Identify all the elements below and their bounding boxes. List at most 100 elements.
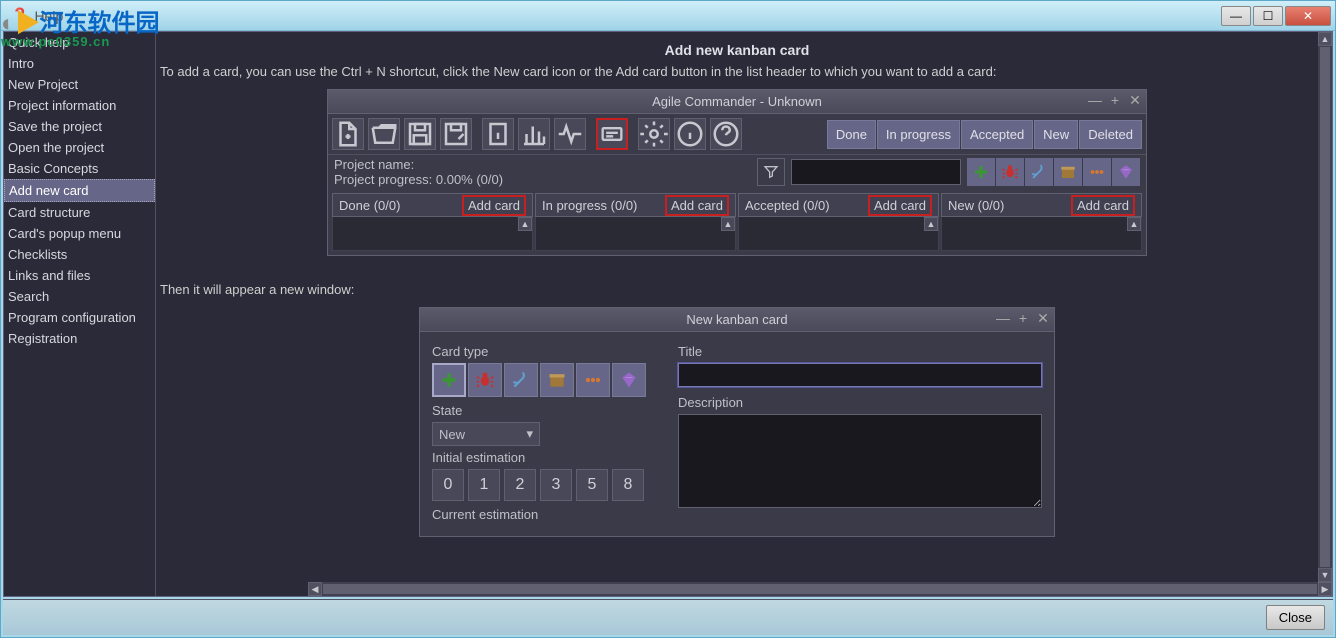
bug-icon[interactable] <box>996 158 1024 186</box>
filter-button[interactable] <box>757 158 785 186</box>
status-new[interactable]: New <box>1034 120 1078 149</box>
new-file-icon[interactable] <box>332 118 364 150</box>
footer-close-button[interactable]: Close <box>1266 605 1325 630</box>
status-done[interactable]: Done <box>827 120 876 149</box>
kanban-column: In progress (0/0) Add card ▲ <box>535 193 736 251</box>
save-as-icon[interactable] <box>440 118 472 150</box>
est-3[interactable]: 3 <box>540 469 572 501</box>
add-card-button[interactable]: Add card <box>462 195 526 216</box>
status-accepted[interactable]: Accepted <box>961 120 1033 149</box>
tool-icon[interactable] <box>1025 158 1053 186</box>
info-icon[interactable] <box>482 118 514 150</box>
sidebar-item-quick-help[interactable]: Quick help <box>4 32 155 53</box>
scroll-up-icon[interactable]: ▲ <box>518 217 532 231</box>
est-2[interactable]: 2 <box>504 469 536 501</box>
type-bug-icon[interactable] <box>468 363 502 397</box>
sidebar-item-program-configuration[interactable]: Program configuration <box>4 307 155 328</box>
horizontal-scrollbar[interactable]: ◀ ▶ <box>308 582 1332 596</box>
sidebar-item-registration[interactable]: Registration <box>4 328 155 349</box>
add-card-button[interactable]: Add card <box>665 195 729 216</box>
help-icon[interactable] <box>674 118 706 150</box>
close-button[interactable]: ✕ <box>1285 6 1331 26</box>
sidebar-item-card-structure[interactable]: Card structure <box>4 202 155 223</box>
scroll-left-icon[interactable]: ◀ <box>308 582 322 596</box>
project-info-row: Project name: Project progress: 0.00% (0… <box>328 155 1146 189</box>
sidebar-item-add-new-card[interactable]: Add new card <box>4 179 155 202</box>
toolbar: DoneIn progressAcceptedNewDeleted <box>328 114 1146 155</box>
card-new-icon[interactable] <box>596 118 628 150</box>
status-deleted[interactable]: Deleted <box>1079 120 1142 149</box>
scroll-up-icon[interactable]: ▲ <box>924 217 938 231</box>
save-icon[interactable] <box>404 118 436 150</box>
column-header: New (0/0) Add card <box>941 193 1142 217</box>
sidebar-item-new-project[interactable]: New Project <box>4 74 155 95</box>
inner-close-icon[interactable]: ✕ <box>1128 92 1142 106</box>
nc-minimize-icon[interactable]: — <box>996 310 1010 324</box>
sidebar-item-card-s-popup-menu[interactable]: Card's popup menu <box>4 223 155 244</box>
sidebar-item-checklists[interactable]: Checklists <box>4 244 155 265</box>
nc-close-icon[interactable]: ✕ <box>1036 310 1050 324</box>
kanban-column: Accepted (0/0) Add card ▲ <box>738 193 939 251</box>
scroll-up-icon[interactable]: ▲ <box>1127 217 1141 231</box>
scroll-up-icon[interactable]: ▲ <box>1318 32 1332 46</box>
dots-icon[interactable] <box>1083 158 1111 186</box>
status-in-progress[interactable]: In progress <box>877 120 960 149</box>
type-dots-icon[interactable] <box>576 363 610 397</box>
state-value: New <box>439 427 465 442</box>
activity-icon[interactable] <box>554 118 586 150</box>
new-card-title-bar: New kanban card — + ✕ <box>420 308 1054 332</box>
sidebar-item-basic-concepts[interactable]: Basic Concepts <box>4 158 155 179</box>
help-icon: ❓ <box>11 7 28 24</box>
column-body: ▲ <box>941 217 1142 251</box>
add-card-button[interactable]: Add card <box>868 195 932 216</box>
chart-icon[interactable] <box>518 118 550 150</box>
scroll-right-icon[interactable]: ▶ <box>1318 582 1332 596</box>
vertical-scrollbar[interactable]: ▲ ▼ <box>1318 32 1332 582</box>
inner-minimize-icon[interactable]: — <box>1088 92 1102 106</box>
add-card-button[interactable]: Add card <box>1071 195 1135 216</box>
then-text: Then it will appear a new window: <box>160 282 1314 297</box>
open-icon[interactable] <box>368 118 400 150</box>
column-header: Done (0/0) Add card <box>332 193 533 217</box>
diamond-icon[interactable] <box>1112 158 1140 186</box>
column-label: Done (0/0) <box>339 198 400 213</box>
type-diamond-icon[interactable] <box>612 363 646 397</box>
footer: Close <box>3 599 1333 635</box>
type-box-icon[interactable] <box>540 363 574 397</box>
search-input[interactable] <box>791 159 961 185</box>
question-icon[interactable] <box>710 118 742 150</box>
inner-title: Agile Commander - Unknown <box>652 94 822 109</box>
sidebar-item-search[interactable]: Search <box>4 286 155 307</box>
gear-icon[interactable] <box>638 118 670 150</box>
sidebar-item-links-and-files[interactable]: Links and files <box>4 265 155 286</box>
minimize-button[interactable]: — <box>1221 6 1251 26</box>
sidebar-item-save-the-project[interactable]: Save the project <box>4 116 155 137</box>
est-8[interactable]: 8 <box>612 469 644 501</box>
sidebar-item-intro[interactable]: Intro <box>4 53 155 74</box>
nc-maximize-icon[interactable]: + <box>1016 310 1030 324</box>
state-label: State <box>432 403 664 418</box>
est-0[interactable]: 0 <box>432 469 464 501</box>
sidebar-item-open-the-project[interactable]: Open the project <box>4 137 155 158</box>
type-plus-icon[interactable] <box>432 363 466 397</box>
scroll-thumb-h[interactable] <box>323 584 1317 594</box>
type-tool-icon[interactable] <box>504 363 538 397</box>
scroll-up-icon[interactable]: ▲ <box>721 217 735 231</box>
state-combo[interactable]: New ▾ <box>432 422 540 446</box>
desc-label: Description <box>678 395 1042 410</box>
est-1[interactable]: 1 <box>468 469 500 501</box>
sidebar-item-project-information[interactable]: Project information <box>4 95 155 116</box>
desc-input[interactable] <box>678 414 1042 508</box>
scroll-down-icon[interactable]: ▼ <box>1318 568 1332 582</box>
kanban-column: Done (0/0) Add card ▲ <box>332 193 533 251</box>
project-progress: Project progress: 0.00% (0/0) <box>334 172 503 187</box>
est-5[interactable]: 5 <box>576 469 608 501</box>
title-input[interactable] <box>678 363 1042 387</box>
inner-maximize-icon[interactable]: + <box>1108 92 1122 106</box>
agile-commander-window: Agile Commander - Unknown — + ✕ DoneIn p… <box>327 89 1147 256</box>
help-menu[interactable]: Help <box>34 8 63 24</box>
maximize-button[interactable]: ☐ <box>1253 6 1283 26</box>
box-icon[interactable] <box>1054 158 1082 186</box>
scroll-thumb[interactable] <box>1320 47 1330 567</box>
plus-icon[interactable] <box>967 158 995 186</box>
